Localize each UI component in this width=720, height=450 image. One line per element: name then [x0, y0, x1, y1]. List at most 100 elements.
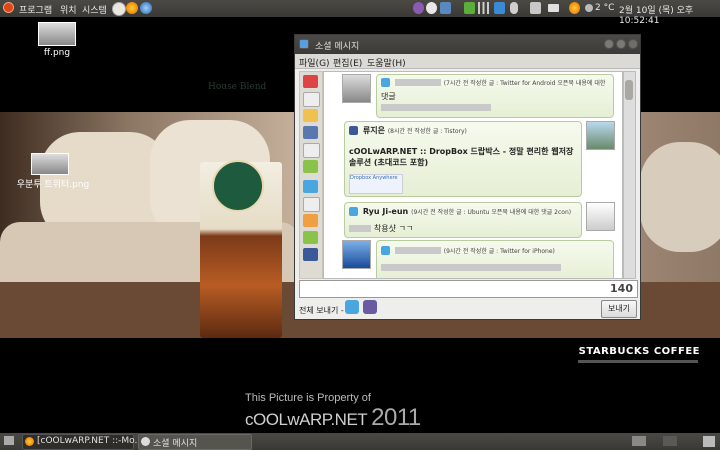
app-icon — [299, 39, 309, 49]
chat-indicator-icon[interactable] — [426, 2, 437, 14]
menu-system[interactable]: 시스템 — [82, 3, 107, 16]
char-counter: 140 — [610, 282, 633, 295]
twitter-messages-icon[interactable] — [303, 214, 318, 227]
minimize-button[interactable] — [604, 39, 614, 49]
send-button[interactable]: 보내기 — [601, 300, 637, 318]
desktop-icon-ff-png[interactable]: ff.png — [34, 22, 80, 58]
twitter-icon — [381, 78, 390, 87]
top-panel: 프로그램 위치 시스템 2 °C 2월 10일 (목) 오후 10:52:41 — [0, 0, 720, 26]
feed-scrollbar[interactable] — [623, 71, 636, 279]
link-preview-caption: Dropbox Anywhere — [350, 175, 398, 181]
post-meta: (8시간 전 작성한 글 : Tistory) — [387, 128, 467, 135]
message-feed[interactable]: (7시간 전 작성한 글 : Twitter for Android 오픈북 내… — [323, 71, 623, 279]
avatar[interactable] — [342, 240, 371, 269]
post-meta: (9시간 전 작성한 글 : Twitter for iPhone) — [443, 248, 555, 255]
post-item[interactable]: Ryu Ji-eun (9시간 전 작성한 글 : Ubuntu 오픈북 내용에… — [344, 202, 582, 238]
bottom-panel: [cOOLwARP.NET ::-Mo... 소셜 메시지 — [0, 433, 720, 450]
mention-redacted — [349, 225, 371, 232]
messages-icon[interactable] — [303, 109, 318, 122]
desktop-icon-label: ff.png — [43, 48, 71, 58]
help-launcher-icon[interactable] — [112, 2, 126, 16]
wallpaper-credit-line2: cOOLwARP.NET 2011 — [245, 404, 421, 432]
browser-launcher-icon[interactable] — [140, 2, 152, 14]
menu-applications[interactable]: 프로그램 — [19, 3, 52, 16]
window-titlebar[interactable]: 소셜 메시지 — [295, 35, 640, 54]
mail-icon[interactable] — [548, 4, 559, 12]
taskbar-item-label: [cOOLwARP.NET ::-Mo... — [37, 436, 144, 446]
weather-icon[interactable] — [585, 4, 593, 12]
desktop-icon-ubuntu-twitter-png[interactable]: 우분투 트위터.png — [14, 153, 92, 190]
scrollbar-thumb[interactable] — [625, 80, 633, 100]
link-preview[interactable]: Dropbox Anywhere — [349, 174, 403, 194]
wallpaper-credit-line1: This Picture is Property of — [245, 392, 371, 404]
show-desktop-icon[interactable] — [4, 436, 14, 445]
avatar[interactable] — [586, 202, 615, 231]
links-stream-icon[interactable] — [303, 160, 318, 173]
send-all-label: 전체 보내기 - — [299, 306, 344, 315]
firefox-launcher-icon[interactable] — [126, 2, 138, 14]
home-stream-icon[interactable] — [303, 75, 318, 88]
stream-sidebar — [299, 71, 323, 279]
image-file-icon — [31, 153, 69, 175]
window-menubar: 파일(G) 편집(E) 도움말(H) — [295, 54, 640, 69]
public-stream-icon[interactable] — [303, 126, 318, 139]
volume-icon[interactable] — [530, 2, 541, 14]
wallpaper-credit-year: 2011 — [371, 404, 421, 431]
post-author: 류지은 — [362, 126, 385, 135]
trash-icon[interactable] — [703, 436, 715, 447]
workspace-2[interactable] — [663, 436, 677, 446]
menu-help[interactable]: 도움말(H) — [367, 56, 406, 69]
sofa-chair-right — [640, 142, 720, 252]
twitter-icon — [381, 246, 390, 255]
twitter-icon — [349, 207, 358, 216]
evernote-icon[interactable] — [464, 2, 475, 14]
menu-edit[interactable]: 편집(E) — [333, 56, 362, 69]
coffee-bag-label: House Blend — [208, 82, 267, 92]
taskbar-item-social[interactable]: 소셜 메시지 — [138, 434, 252, 450]
ubuntu-logo-icon[interactable] — [3, 2, 14, 13]
author-redacted — [394, 79, 441, 86]
post-item[interactable]: 류지은 (8시간 전 작성한 글 : Tistory) cOOLwARP.NET… — [344, 121, 582, 197]
twitter-toggle-icon[interactable] — [345, 300, 359, 314]
wallpaper-credit-site: cOOLwARP.NET — [245, 410, 368, 429]
window-title: 소셜 메시지 — [315, 42, 360, 52]
taskbar-item-browser[interactable]: [cOOLwARP.NET ::-Mo... — [22, 434, 143, 450]
facebook-account-icon[interactable] — [303, 248, 318, 261]
compose-input[interactable]: 140 — [299, 280, 638, 298]
post-item[interactable]: (9시간 전 작성한 글 : Twitter for iPhone) — [376, 240, 614, 278]
bluetooth-icon[interactable] — [510, 2, 518, 14]
post-author: Ryu Ji-eun — [362, 207, 409, 216]
avatar[interactable] — [342, 74, 371, 103]
starbucks-logo-icon — [212, 160, 264, 212]
social-message-window: 소셜 메시지 파일(G) 편집(E) 도움말(H) (7시간 전 작성한 글 :… — [294, 34, 641, 320]
avatar[interactable] — [586, 121, 615, 150]
menu-places[interactable]: 위치 — [60, 3, 77, 16]
wallpaper-brand-underline — [578, 360, 698, 363]
images-stream-icon[interactable] — [303, 143, 320, 158]
firefox-tray-icon[interactable] — [569, 2, 580, 14]
menu-file[interactable]: 파일(G) — [299, 56, 330, 69]
social-app-icon — [141, 437, 150, 446]
author-redacted — [394, 247, 441, 254]
close-button[interactable] — [628, 39, 638, 49]
post-meta: (9시간 전 작성한 글 : Ubuntu 오픈북 내용에 대한 댓글 2con… — [411, 209, 572, 216]
messaging-indicator-icon[interactable] — [413, 2, 424, 14]
twitter-mentions-icon[interactable] — [303, 197, 320, 212]
social-indicator-icon[interactable] — [440, 2, 451, 14]
wallpaper-brand-text: STARBUCKS COFFEE — [578, 346, 700, 357]
image-file-icon — [38, 22, 76, 46]
maximize-button[interactable] — [616, 39, 626, 49]
workspace-1[interactable] — [632, 436, 646, 446]
facebook-icon — [349, 126, 358, 135]
twitter-account-icon[interactable] — [303, 180, 318, 193]
facebook-toggle-icon[interactable] — [363, 300, 377, 314]
dropbox-icon[interactable] — [494, 2, 505, 14]
twitter-lists-icon[interactable] — [303, 231, 318, 244]
clock[interactable]: 2월 10일 (목) 오후 10:52:41 — [619, 3, 720, 26]
mentions-icon[interactable] — [303, 92, 320, 107]
post-body-redacted — [381, 104, 491, 111]
post-item[interactable]: (7시간 전 작성한 글 : Twitter for Android 오픈북 내… — [376, 74, 614, 118]
post-body-redacted — [381, 264, 561, 271]
network-signal-icon[interactable] — [478, 2, 489, 14]
temperature-readout[interactable]: 2 °C — [595, 3, 614, 13]
